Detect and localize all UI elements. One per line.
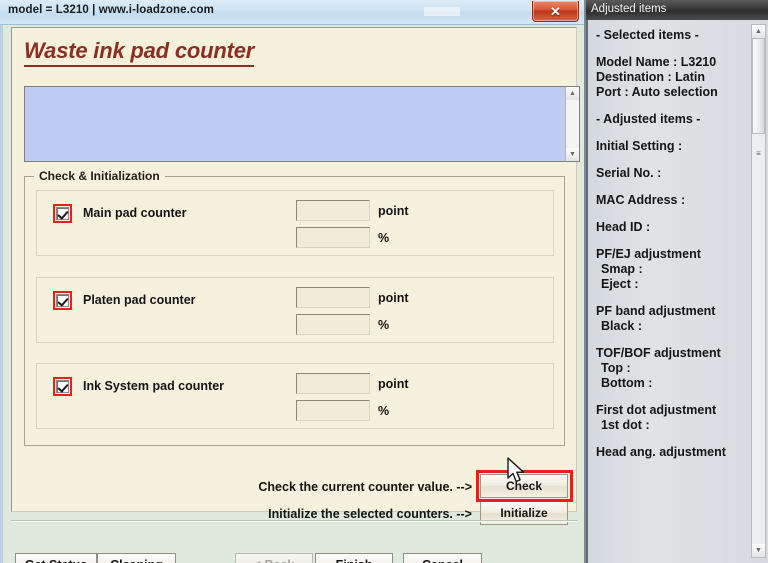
checkmark-icon — [56, 207, 69, 220]
ink-system-percent-input[interactable] — [296, 400, 370, 421]
list-item: Initial Setting : — [596, 139, 683, 153]
side-window-title: Adjusted items — [591, 3, 667, 15]
close-button[interactable]: ✕ — [532, 1, 579, 22]
list-item: Destination : Latin — [596, 70, 706, 84]
log-textarea[interactable] — [24, 86, 565, 162]
checkmark-icon — [56, 294, 69, 307]
log-scrollbar-track[interactable] — [566, 100, 579, 148]
list-item: Bottom : — [601, 376, 653, 390]
back-button: < Back — [235, 553, 313, 563]
screen: model = L3210 | www.i-loadzone.com ✕ Was… — [0, 0, 768, 563]
adjusted-items-list: - Selected items - Model Name : L3210 Dest… — [596, 28, 746, 460]
list-item: 1st dot : — [601, 418, 650, 432]
counter-label: Ink System pad counter — [83, 379, 225, 393]
scroll-up-icon[interactable]: ▲ — [566, 87, 579, 100]
platen-pad-percent-input[interactable] — [296, 314, 370, 335]
scroll-down-icon[interactable]: ▼ — [566, 148, 579, 161]
counter-label: Platen pad counter — [83, 293, 196, 307]
percent-unit-label: % — [378, 404, 390, 418]
list-item: Top : — [601, 361, 631, 375]
main-pad-counter-checkbox[interactable] — [53, 204, 72, 223]
list-item: First dot adjustment — [596, 403, 717, 417]
ink-system-pad-counter-checkbox[interactable] — [53, 377, 72, 396]
wizard-page: Waste ink pad counter ▲ ▼ Check & Initia… — [11, 27, 580, 525]
check-initialization-group: Check & Initialization Main pad counter … — [24, 169, 565, 446]
initialize-caption: Initialize the selected counters. --> — [268, 507, 472, 521]
cleaning-button[interactable]: Cleaning — [97, 553, 176, 563]
list-item: - Selected items - — [596, 28, 699, 42]
main-pad-percent-input[interactable] — [296, 227, 370, 248]
log-scrollbar[interactable]: ▲ ▼ — [565, 86, 580, 162]
ink-system-point-input[interactable] — [296, 373, 370, 394]
list-item: - Adjusted items - — [596, 112, 701, 126]
scrollbar-thumb[interactable] — [752, 38, 765, 134]
footer-divider — [11, 520, 577, 522]
list-item: Model Name : L3210 — [596, 55, 717, 69]
cancel-button[interactable]: Cancel — [403, 553, 482, 563]
point-unit-label: point — [378, 377, 409, 391]
list-item: Eject : — [601, 277, 639, 291]
side-window-body: - Selected items - Model Name : L3210 Dest… — [586, 20, 768, 563]
close-icon: ✕ — [550, 3, 561, 19]
side-scrollbar[interactable]: ▲ ≡ ▼ — [751, 24, 766, 558]
point-unit-label: point — [378, 291, 409, 305]
list-item: MAC Address : — [596, 193, 686, 207]
titlebar-ghost-label — [424, 7, 460, 16]
checkmark-icon — [56, 380, 69, 393]
side-title-bar: Adjusted items — [586, 0, 768, 20]
list-item: Port : Auto selection — [596, 85, 718, 99]
get-status-button[interactable]: Get Status — [15, 553, 97, 563]
platen-pad-point-input[interactable] — [296, 287, 370, 308]
main-window: model = L3210 | www.i-loadzone.com ✕ Was… — [0, 0, 584, 563]
list-item: Head ID : — [596, 220, 651, 234]
list-item: Serial No. : — [596, 166, 662, 180]
group-legend: Check & Initialization — [34, 169, 165, 183]
platen-pad-counter-checkbox[interactable] — [53, 291, 72, 310]
title-bar: model = L3210 | www.i-loadzone.com ✕ — [0, 0, 584, 25]
finish-button[interactable]: Finish — [315, 553, 393, 563]
counter-row: Platen pad counter point % — [36, 277, 554, 343]
scroll-up-icon[interactable]: ▲ — [752, 25, 765, 38]
counter-label: Main pad counter — [83, 206, 187, 220]
adjusted-items-window: Adjusted items - Selected items - Model N… — [584, 0, 768, 563]
list-item: Smap : — [601, 262, 643, 276]
percent-unit-label: % — [378, 318, 390, 332]
list-item: TOF/BOF adjustment — [596, 346, 721, 360]
window-title: model = L3210 | www.i-loadzone.com — [8, 4, 214, 16]
percent-unit-label: % — [378, 231, 390, 245]
point-unit-label: point — [378, 204, 409, 218]
main-pad-point-input[interactable] — [296, 200, 370, 221]
list-item: PF/EJ adjustment — [596, 247, 701, 261]
dialog-surface: Waste ink pad counter ▲ ▼ Check & Initia… — [0, 25, 584, 563]
counter-row: Main pad counter point % — [36, 190, 554, 256]
list-item: Black : — [601, 319, 642, 333]
scrollbar-grip-icon: ≡ — [756, 149, 761, 158]
check-caption: Check the current counter value. --> — [258, 480, 472, 494]
scroll-down-icon[interactable]: ▼ — [752, 544, 765, 557]
check-button[interactable]: Check — [480, 474, 568, 498]
page-title: Waste ink pad counter — [24, 38, 254, 67]
list-item: PF band adjustment — [596, 304, 716, 318]
counter-row: Ink System pad counter point % — [36, 363, 554, 429]
list-item: Head ang. adjustment — [596, 445, 726, 459]
